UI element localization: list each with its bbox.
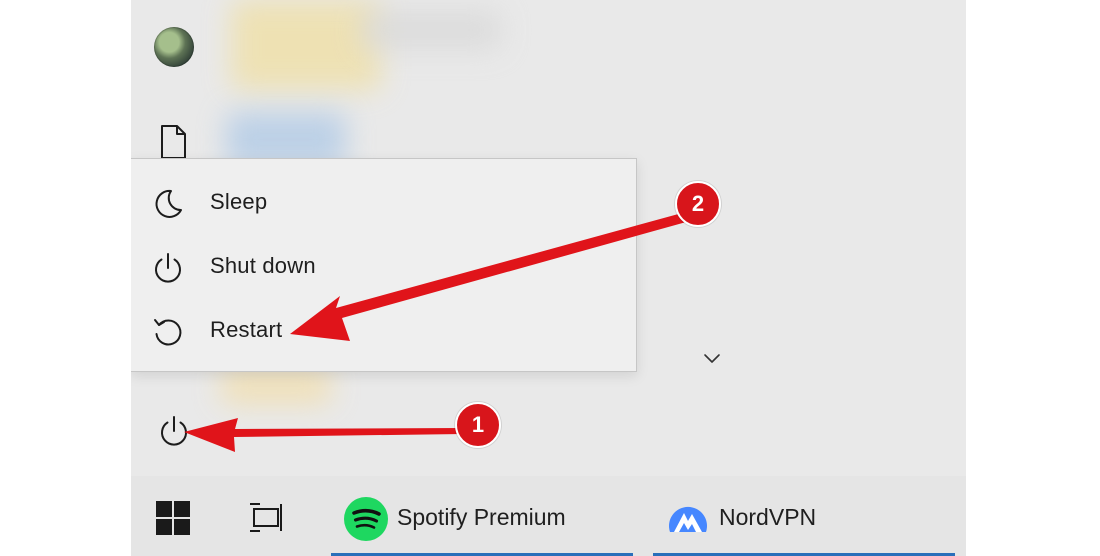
windows-logo-icon [156,501,190,535]
menu-item-sleep[interactable]: Sleep [131,173,636,233]
taskbar-app-nordvpn[interactable]: NordVPN [651,476,956,556]
task-view-icon [250,503,282,532]
chevron-down-icon[interactable] [701,350,723,366]
menu-item-label: Shut down [210,253,316,278]
restart-icon [154,319,182,346]
blurred-app-tile [221,368,331,404]
power-options-menu: Sleep Shut down Restart [131,158,637,372]
menu-item-label: Sleep [210,189,268,214]
menu-item-restart[interactable]: Restart [131,301,636,361]
spotify-icon [344,497,388,541]
start-button[interactable] [153,476,193,556]
start-menu: Sleep Shut down Restart [131,0,966,476]
power-button-icon[interactable] [155,412,193,450]
document-icon[interactable] [158,124,188,160]
moon-icon [155,189,182,218]
menu-item-shut-down[interactable]: Shut down [131,237,636,297]
user-avatar[interactable] [154,27,194,67]
nordvpn-icon [669,506,707,532]
menu-item-label: Restart [210,317,283,342]
step-badge-2: 2 [675,181,721,227]
blurred-app-tile [231,0,381,90]
taskbar-app-label: NordVPN [719,504,817,530]
taskbar-app-label: Spotify Premium [397,504,566,530]
blurred-app-tile [361,10,501,50]
power-icon [155,253,181,283]
taskbar: Spotify Premium NordVPN [131,476,966,556]
step-badge-1: 1 [455,402,501,448]
task-view-button[interactable] [247,476,287,556]
taskbar-app-spotify[interactable]: Spotify Premium [329,476,634,556]
